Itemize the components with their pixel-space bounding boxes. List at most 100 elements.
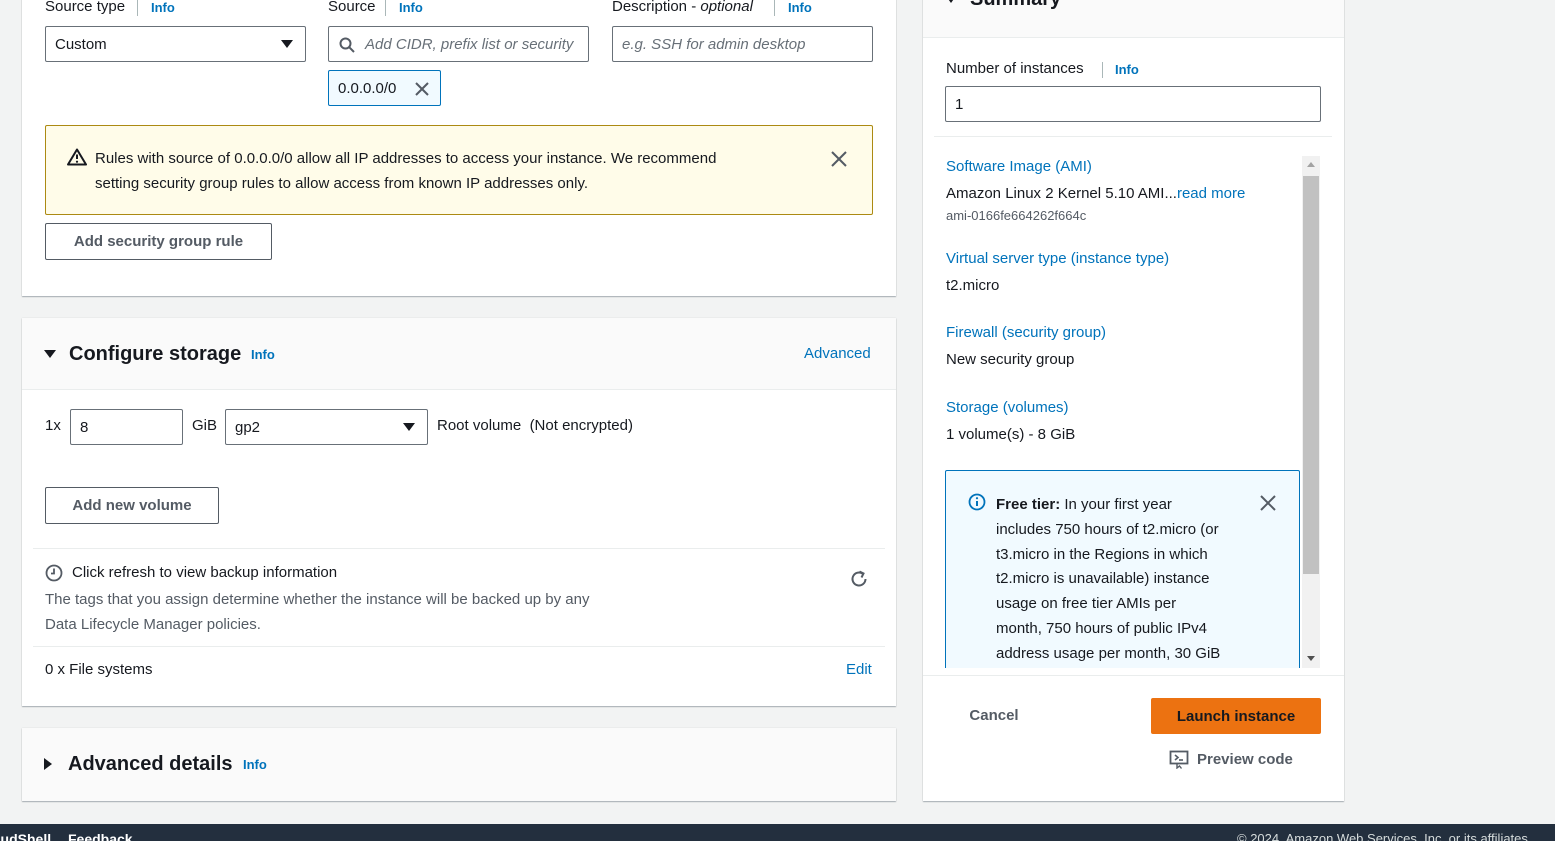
- divider-icon: [774, 0, 775, 16]
- refresh-icon[interactable]: [849, 569, 869, 589]
- source-label: Source: [328, 0, 376, 15]
- instances-info-link[interactable]: Info: [1115, 62, 1139, 77]
- number-of-instances-input[interactable]: 1: [945, 86, 1321, 122]
- divider: [923, 675, 1344, 676]
- free-tier-line1: In your first year: [1060, 496, 1172, 513]
- volume-size-value: 8: [80, 418, 89, 436]
- footer-bar: CloudShell Feedback © 2024, Amazon Web S…: [0, 824, 1555, 841]
- backup-description: The tags that you assign determine wheth…: [45, 587, 590, 637]
- storage-advanced-link[interactable]: Advanced: [804, 345, 871, 362]
- source-type-label: Source type: [45, 0, 126, 15]
- caret-down-icon: [946, 0, 956, 3]
- free-tier-alert: Free tier: In your first year includes 7…: [945, 470, 1300, 668]
- free-tier-line5: usage on free tier AMIs per: [996, 595, 1177, 613]
- close-icon[interactable]: [414, 81, 430, 97]
- advanced-details-info-link[interactable]: Info: [243, 757, 267, 772]
- launch-instance-button[interactable]: Launch instance: [1151, 698, 1321, 734]
- free-tier-line3: t3.micro in the Regions in which: [996, 545, 1208, 563]
- file-systems-edit-link[interactable]: Edit: [846, 661, 872, 678]
- description-placeholder: e.g. SSH for admin desktop: [622, 35, 806, 53]
- volume-description: Root volume (Not encrypted): [437, 417, 633, 434]
- volume-type-select[interactable]: gp2: [225, 409, 428, 445]
- ami-value: Amazon Linux 2 Kernel 5.10 AMI...read mo…: [946, 185, 1245, 202]
- summary-title: Summary: [970, 0, 1061, 11]
- warning-text-line1: Rules with source of 0.0.0.0/0 allow all…: [95, 150, 717, 167]
- divider: [934, 136, 1332, 137]
- description-label: Description - optional: [612, 0, 753, 15]
- cloudshell-link[interactable]: CloudShell: [0, 831, 51, 841]
- ami-value-text: Amazon Linux 2 Kernel 5.10 AMI...: [946, 185, 1177, 202]
- volume-encryption-text: (Not encrypted): [529, 417, 633, 434]
- info-icon: [968, 493, 986, 511]
- scroll-down-icon[interactable]: [1307, 656, 1315, 661]
- file-systems-label: 0 x File systems: [45, 661, 153, 678]
- divider-icon: [385, 0, 386, 16]
- caret-down-icon: [281, 40, 293, 48]
- storage-title: Configure storage: [69, 342, 242, 365]
- backup-desc-line2: Data Lifecycle Manager policies.: [45, 616, 261, 633]
- close-icon[interactable]: [830, 150, 848, 168]
- summary-scrollbar[interactable]: [1302, 156, 1320, 668]
- free-tier-bold: Free tier:: [996, 496, 1061, 513]
- divider: [33, 646, 885, 647]
- source-type-select[interactable]: Custom: [45, 26, 306, 62]
- ami-read-more-link[interactable]: read more: [1177, 185, 1245, 202]
- free-tier-line6: month, 750 hours of public IPv4: [996, 619, 1207, 637]
- instances-label: Number of instances: [946, 60, 1084, 77]
- caret-right-icon: [44, 758, 52, 770]
- description-input[interactable]: e.g. SSH for admin desktop: [612, 26, 873, 62]
- copyright-text: © 2024, Amazon Web Services, Inc. or its…: [1237, 831, 1532, 841]
- description-optional: optional: [700, 0, 753, 15]
- close-icon[interactable]: [1259, 494, 1277, 512]
- instance-type-link[interactable]: Virtual server type (instance type): [946, 250, 1169, 267]
- warning-alert: Rules with source of 0.0.0.0/0 allow all…: [45, 125, 873, 215]
- source-token-label: 0.0.0.0/0: [338, 79, 397, 97]
- firewall-value: New security group: [946, 351, 1075, 368]
- advanced-details-toggle[interactable]: Advanced details: [44, 750, 244, 778]
- backup-title: Click refresh to view backup information: [72, 564, 338, 581]
- scrollbar-thumb[interactable]: [1303, 176, 1319, 574]
- ami-id: ami-0166fe664262f664c: [946, 208, 1087, 223]
- cancel-button[interactable]: Cancel: [945, 698, 1043, 732]
- search-icon: [339, 37, 355, 53]
- firewall-link[interactable]: Firewall (security group): [946, 324, 1106, 341]
- volume-size-input[interactable]: 8: [70, 409, 183, 445]
- code-preview-icon: [1169, 750, 1189, 769]
- caret-down-icon: [403, 423, 415, 431]
- source-info-link[interactable]: Info: [399, 0, 423, 15]
- scroll-up-icon[interactable]: [1307, 162, 1315, 167]
- add-security-group-rule-button[interactable]: Add security group rule: [45, 223, 272, 260]
- summary-header-toggle[interactable]: Summary: [946, 0, 1061, 11]
- storage-info-link[interactable]: Info: [251, 347, 275, 362]
- preview-code-label: Preview code: [1197, 750, 1293, 768]
- volume-type-value: gp2: [235, 418, 261, 436]
- warning-icon: [67, 148, 87, 166]
- description-info-link[interactable]: Info: [788, 0, 812, 15]
- caret-down-icon: [44, 350, 56, 358]
- storage-link[interactable]: Storage (volumes): [946, 399, 1069, 416]
- instances-value: 1: [955, 95, 964, 113]
- divider: [33, 548, 885, 549]
- free-tier-line2: includes 750 hours of t2.micro (or: [996, 520, 1219, 538]
- source-token: 0.0.0.0/0: [328, 70, 441, 106]
- volume-count-label: 1x: [45, 417, 61, 434]
- warning-text-line2: setting security group rules to allow ac…: [95, 175, 589, 192]
- feedback-link[interactable]: Feedback: [68, 831, 133, 841]
- divider-icon: [137, 0, 138, 16]
- instance-type-value: t2.micro: [946, 277, 1000, 294]
- preview-code-button[interactable]: Preview code: [1169, 749, 1293, 769]
- storage-header-toggle[interactable]: Configure storage: [44, 340, 284, 368]
- storage-value: 1 volume(s) - 8 GiB: [946, 426, 1076, 443]
- ami-link[interactable]: Software Image (AMI): [946, 158, 1092, 175]
- volume-unit-label: GiB: [192, 417, 218, 434]
- backup-desc-line1: The tags that you assign determine wheth…: [45, 591, 590, 608]
- advanced-details-title: Advanced details: [68, 752, 233, 775]
- divider-icon: [1102, 62, 1103, 78]
- source-search-input[interactable]: Add CIDR, prefix list or security: [328, 26, 589, 62]
- add-new-volume-button[interactable]: Add new volume: [45, 487, 219, 524]
- source-type-info-link[interactable]: Info: [151, 0, 175, 15]
- volume-desc-text: Root volume: [437, 417, 522, 434]
- free-tier-line4: t2.micro is unavailable) instance: [996, 570, 1210, 588]
- free-tier-line7: address usage per month, 30 GiB: [996, 644, 1221, 662]
- source-placeholder: Add CIDR, prefix list or security: [365, 35, 574, 53]
